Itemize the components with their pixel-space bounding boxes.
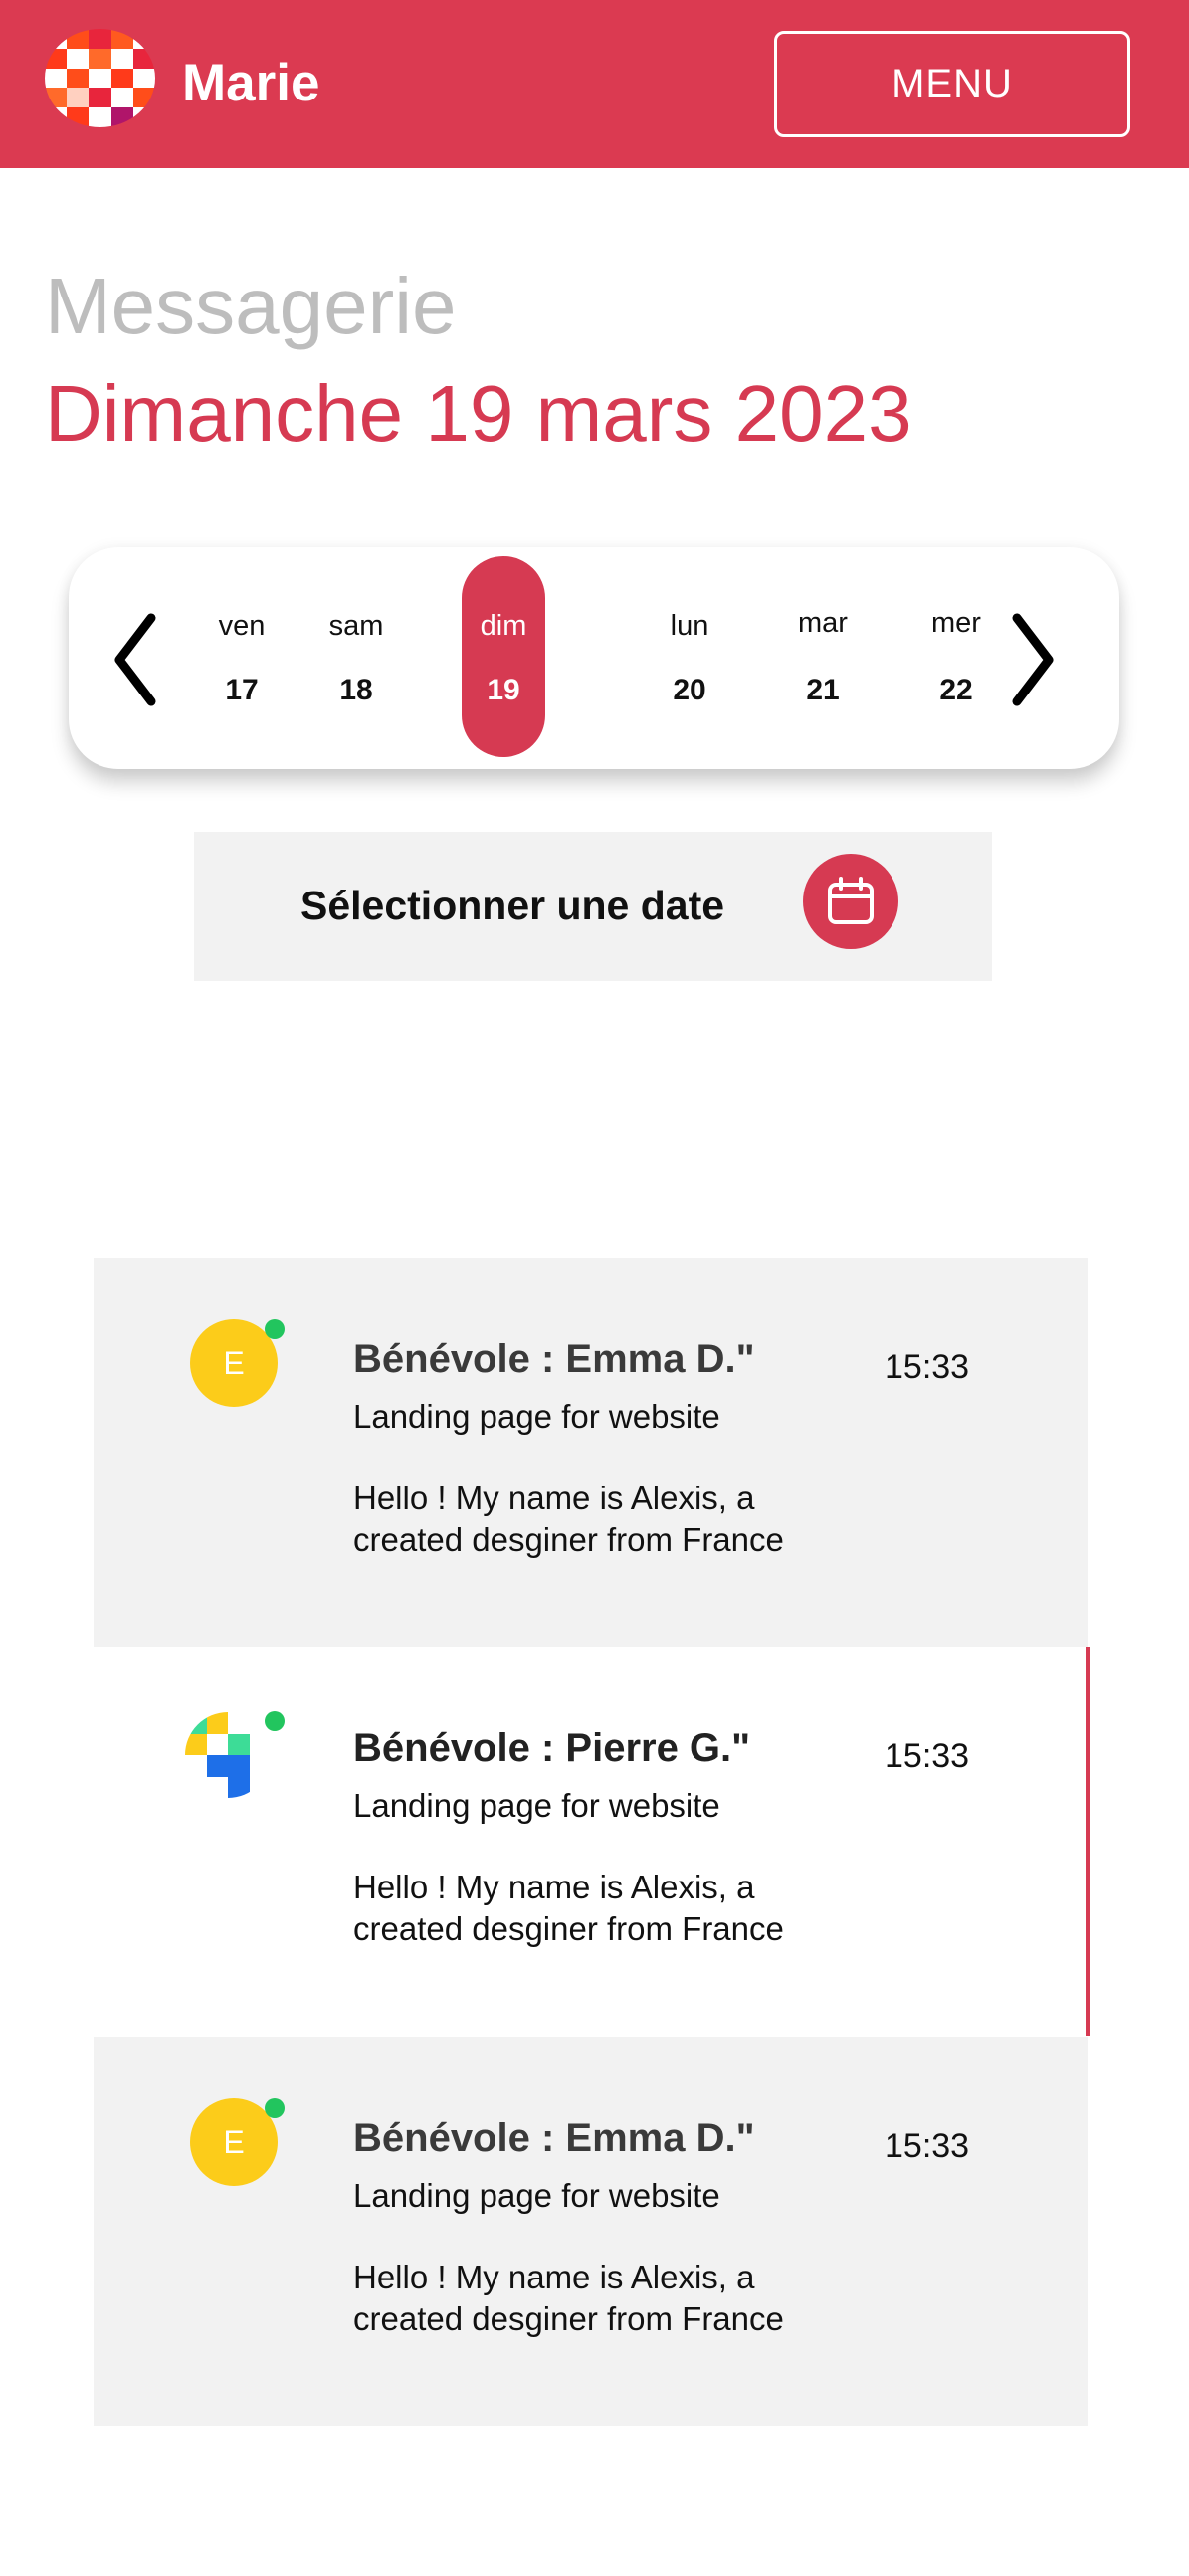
chevron-right-icon[interactable] (1001, 608, 1061, 711)
day-number: 21 (806, 674, 840, 706)
online-indicator (265, 1319, 285, 1339)
day-selector: ven 17 sam 18 dim 19 lun 20 mar 21 mer 2… (69, 547, 1119, 769)
day-item-ven[interactable]: ven 17 (200, 547, 284, 769)
calendar-icon[interactable] (803, 854, 898, 949)
day-item-mar[interactable]: mar 21 (781, 547, 865, 769)
selected-day-pill (462, 556, 545, 757)
message-item[interactable]: Bénévole : Pierre G." 15:33 Landing page… (94, 1647, 1090, 2036)
day-item-sam[interactable]: sam 18 (314, 547, 398, 769)
current-date-heading: Dimanche 19 mars 2023 (45, 369, 912, 458)
day-item-dim[interactable]: dim 19 (462, 547, 545, 769)
day-item-lun[interactable]: lun 20 (648, 547, 731, 769)
top-header: Marie MENU (0, 0, 1189, 168)
message-subject: Landing page for website (353, 1787, 720, 1824)
day-name: mar (798, 607, 848, 639)
message-sender: Bénévole : Emma D." (353, 2116, 755, 2160)
day-name: mer (931, 607, 981, 639)
select-date-label: Sélectionner une date (300, 883, 725, 928)
message-preview: Hello ! My name is Alexis, a created des… (353, 1869, 784, 1947)
select-date-button[interactable]: Sélectionner une date (194, 832, 992, 981)
message-subject: Landing page for website (353, 2177, 720, 2214)
page-title: Messagerie (45, 262, 457, 350)
day-item-mer[interactable]: mer 22 (914, 547, 998, 769)
day-number: 22 (939, 674, 973, 706)
day-number: 18 (339, 674, 373, 706)
checkered-logo-icon (45, 29, 155, 127)
message-time: 15:33 (885, 1348, 970, 1386)
day-number: 20 (673, 674, 706, 706)
message-preview: Hello ! My name is Alexis, a created des… (353, 1480, 784, 1558)
message-item[interactable]: E Bénévole : Emma D." 15:33 Landing page… (94, 2037, 1088, 2426)
avatar (185, 1712, 271, 1798)
day-number: 19 (487, 674, 520, 706)
online-indicator (265, 2098, 285, 2118)
day-name: lun (670, 610, 709, 642)
day-name: ven (218, 610, 266, 642)
online-indicator (265, 1711, 285, 1731)
app-name: Marie (182, 54, 320, 112)
message-sender: Bénévole : Pierre G." (353, 1726, 751, 1770)
day-name: sam (328, 610, 384, 642)
message-preview: Hello ! My name is Alexis, a created des… (353, 2259, 784, 2337)
message-time: 15:33 (885, 1737, 970, 1775)
message-item[interactable]: E Bénévole : Emma D." 15:33 Landing page… (94, 1258, 1088, 1647)
message-time: 15:33 (885, 2127, 970, 2165)
message-subject: Landing page for website (353, 1398, 720, 1435)
day-number: 17 (225, 674, 259, 706)
chevron-left-icon[interactable] (107, 608, 167, 711)
menu-button[interactable]: MENU (774, 31, 1130, 137)
day-name: dim (480, 610, 527, 642)
message-sender: Bénévole : Emma D." (353, 1337, 755, 1381)
